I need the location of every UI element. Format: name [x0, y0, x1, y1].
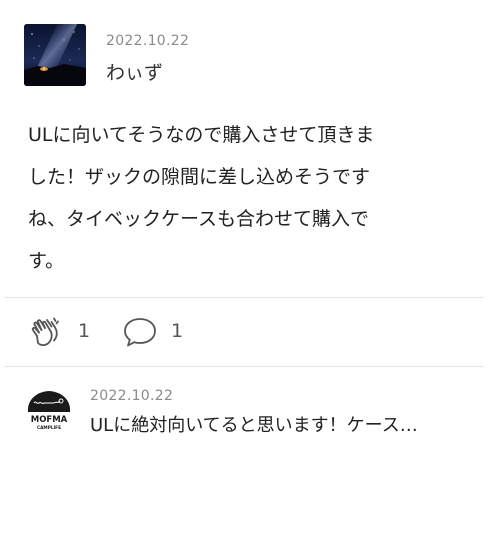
review-body-line: ね、タイベックケースも合わせて購入で: [28, 208, 370, 230]
clap-icon: [28, 314, 64, 354]
review-card: 2022.10.22 わぃず ULに向いてそうなので購入させて頂きま した！ザッ…: [0, 0, 488, 553]
clap-count: 1: [78, 320, 91, 342]
mofma-logo: MOFMA CAMPLIFE: [27, 391, 71, 431]
review-author-name[interactable]: わぃず: [106, 58, 163, 85]
clap-button[interactable]: 1: [28, 310, 98, 354]
comment-icon: [122, 314, 158, 354]
review-body: ULに向いてそうなので購入させて頂きま した！ザックの隙間に差し込めそうです ね…: [28, 114, 460, 282]
comment-count: 1: [171, 320, 184, 342]
review-header: 2022.10.22 わぃず: [24, 24, 464, 86]
night-sky-image: [24, 24, 86, 86]
mofma-logo-text: MOFMA: [31, 415, 68, 425]
divider: [4, 366, 484, 367]
review-body-line: す。: [28, 250, 65, 272]
divider: [4, 297, 484, 298]
review-body-line: した！ザックの隙間に差し込めそうです: [28, 166, 371, 188]
reply-text[interactable]: ULに絶対向いてると思います！ケース…: [90, 411, 464, 437]
reaction-bar: 1 1: [28, 310, 458, 354]
review-body-line: ULに向いてそうなので購入させて頂きま: [28, 124, 375, 146]
avatar[interactable]: MOFMA CAMPLIFE: [24, 386, 74, 436]
reply-item[interactable]: MOFMA CAMPLIFE 2022.10.22 ULに絶対向いてると思います…: [24, 384, 464, 444]
avatar[interactable]: [24, 24, 86, 86]
mofma-logo-subtext: CAMPLIFE: [37, 425, 61, 431]
reply-date: 2022.10.22: [90, 388, 174, 404]
review-date: 2022.10.22: [106, 33, 190, 49]
comment-button[interactable]: 1: [122, 310, 192, 354]
